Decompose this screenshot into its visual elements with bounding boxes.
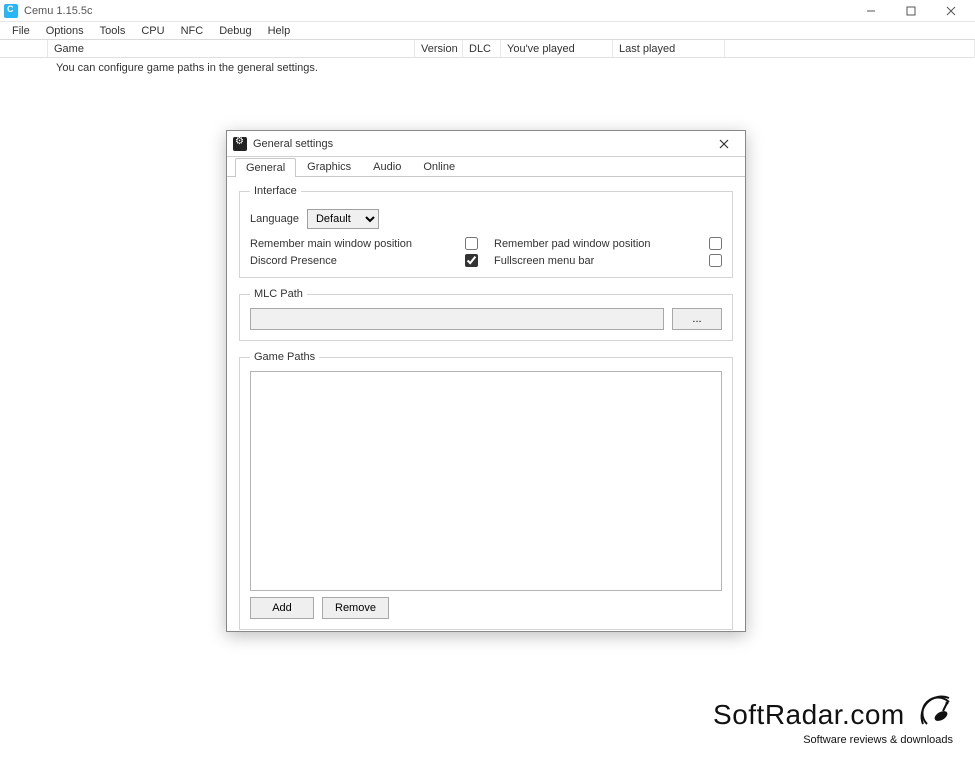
menubar: File Options Tools CPU NFC Debug Help <box>0 22 975 40</box>
menu-nfc[interactable]: NFC <box>173 25 212 37</box>
col-game[interactable]: Game <box>48 40 415 57</box>
remember-pad-checkbox[interactable] <box>709 237 722 250</box>
tab-general[interactable]: General <box>235 158 296 177</box>
discord-label: Discord Presence <box>250 255 449 267</box>
interface-group: Interface Language Default Remember main… <box>239 185 733 278</box>
maximize-button[interactable] <box>891 0 931 22</box>
game-list-header: Game Version DLC You've played Last play… <box>0 40 975 58</box>
col-dlc[interactable]: DLC <box>463 40 501 57</box>
dialog-close-button[interactable] <box>709 131 739 157</box>
dialog-body: Interface Language Default Remember main… <box>227 177 745 638</box>
close-button[interactable] <box>931 0 971 22</box>
game-paths-list[interactable] <box>250 371 722 591</box>
mlc-path-group: MLC Path ... <box>239 288 733 341</box>
language-select[interactable]: Default <box>307 209 379 229</box>
menu-help[interactable]: Help <box>260 25 299 37</box>
app-icon <box>4 4 18 18</box>
mlc-browse-button[interactable]: ... <box>672 308 722 330</box>
mlc-path-input[interactable] <box>250 308 664 330</box>
col-version[interactable]: Version <box>415 40 463 57</box>
remember-pad-label: Remember pad window position <box>494 238 693 250</box>
col-icon[interactable] <box>0 40 48 57</box>
remember-main-label: Remember main window position <box>250 238 449 250</box>
satellite-icon <box>919 694 953 733</box>
menu-tools[interactable]: Tools <box>92 25 134 37</box>
menu-debug[interactable]: Debug <box>211 25 259 37</box>
window-controls <box>851 0 971 22</box>
tab-graphics[interactable]: Graphics <box>296 157 362 176</box>
tab-audio[interactable]: Audio <box>362 157 412 176</box>
dialog-titlebar: General settings <box>227 131 745 157</box>
menu-cpu[interactable]: CPU <box>133 25 172 37</box>
mlc-legend: MLC Path <box>250 288 307 300</box>
menu-options[interactable]: Options <box>38 25 92 37</box>
game-list-hint: You can configure game paths in the gene… <box>0 58 975 74</box>
tab-online[interactable]: Online <box>412 157 466 176</box>
col-played[interactable]: You've played <box>501 40 613 57</box>
fullscreen-menu-checkbox[interactable] <box>709 254 722 267</box>
watermark-brand: SoftRadar.com <box>713 699 905 730</box>
menu-file[interactable]: File <box>4 25 38 37</box>
general-settings-dialog: General settings General Graphics Audio … <box>226 130 746 632</box>
window-title: Cemu 1.15.5c <box>24 5 92 17</box>
col-last[interactable]: Last played <box>613 40 725 57</box>
game-paths-group: Game Paths Add Remove <box>239 351 733 630</box>
fullscreen-menu-label: Fullscreen menu bar <box>494 255 693 267</box>
watermark-tagline: Software reviews & downloads <box>713 735 953 746</box>
main-titlebar: Cemu 1.15.5c <box>0 0 975 22</box>
language-label: Language <box>250 213 299 225</box>
game-paths-legend: Game Paths <box>250 351 319 363</box>
dialog-title: General settings <box>253 138 333 150</box>
discord-checkbox[interactable] <box>465 254 478 267</box>
minimize-button[interactable] <box>851 0 891 22</box>
dialog-tabs: General Graphics Audio Online <box>227 157 745 177</box>
remember-main-checkbox[interactable] <box>465 237 478 250</box>
col-spacer <box>725 40 975 57</box>
interface-legend: Interface <box>250 185 301 197</box>
gear-icon <box>233 137 247 151</box>
watermark: SoftRadar.com Software reviews & downloa… <box>713 694 953 746</box>
add-button[interactable]: Add <box>250 597 314 619</box>
remove-button[interactable]: Remove <box>322 597 389 619</box>
